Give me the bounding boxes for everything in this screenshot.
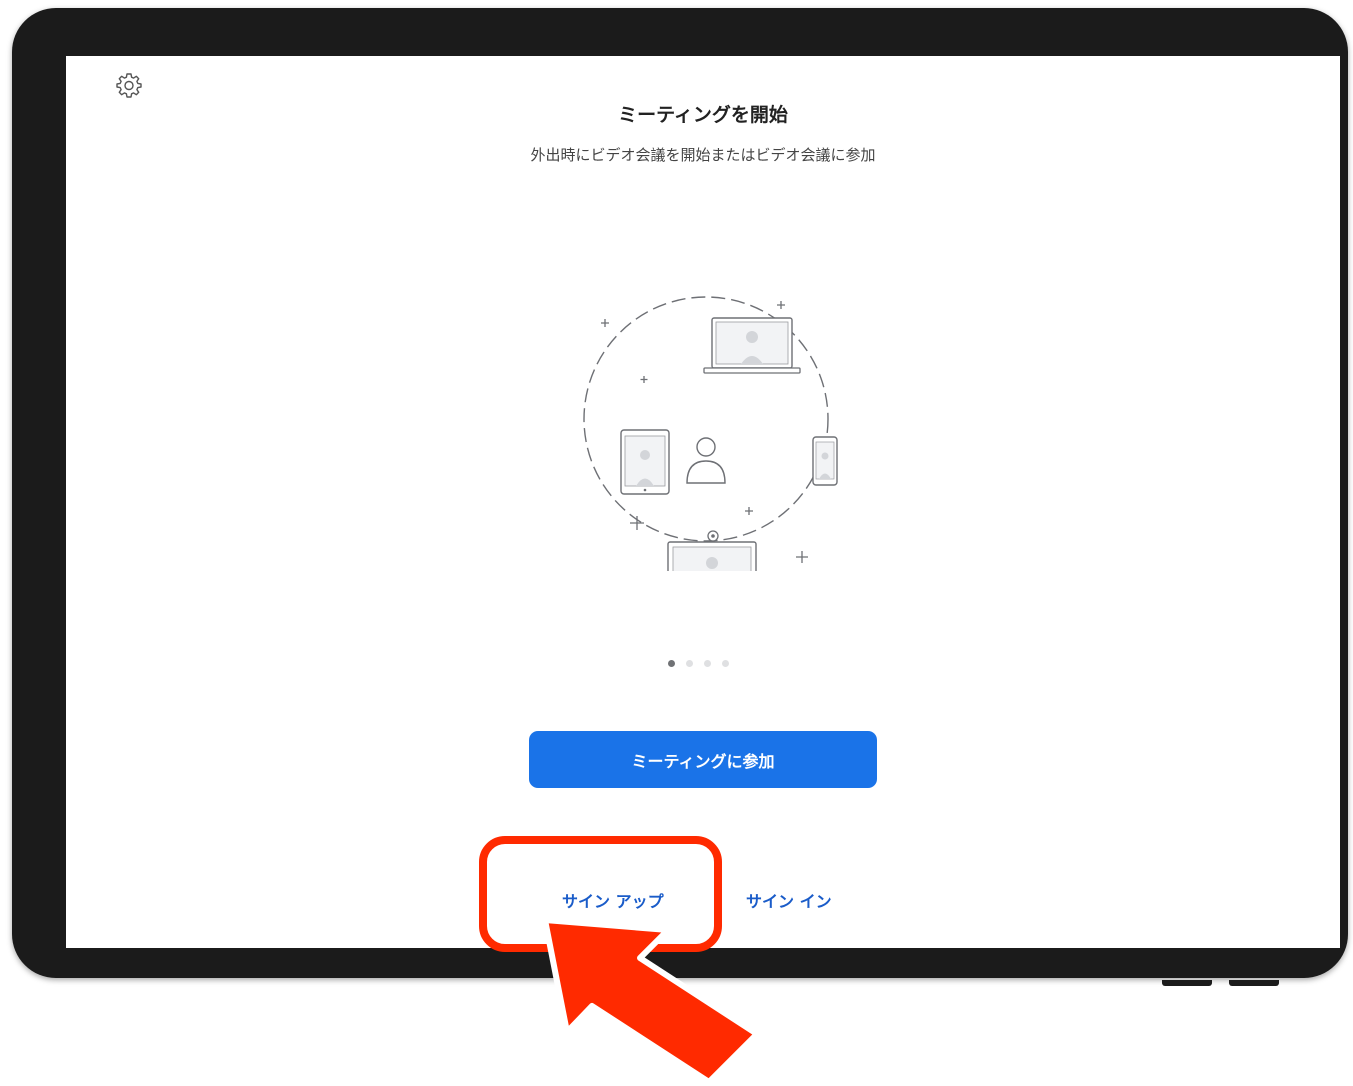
gear-icon	[116, 73, 142, 98]
page-dot[interactable]	[704, 660, 711, 667]
page-subtitle: 外出時にビデオ会議を開始またはビデオ会議に参加	[530, 146, 876, 164]
device-side-button	[1229, 980, 1279, 986]
room-system-icon	[667, 530, 757, 571]
sign-up-link[interactable]: サイン アップ	[562, 888, 664, 912]
page-dot[interactable]	[668, 660, 675, 667]
page-dot[interactable]	[722, 660, 729, 667]
page-indicator[interactable]	[668, 660, 729, 667]
tablet-frame: ミーティングを開始 外出時にビデオ会議を開始またはビデオ会議に参加 ミーティング…	[12, 8, 1348, 978]
app-screen: ミーティングを開始 外出時にビデオ会議を開始またはビデオ会議に参加 ミーティング…	[66, 56, 1340, 948]
tablet-icon	[620, 429, 670, 495]
device-side-button	[1162, 980, 1212, 986]
laptop-icon	[703, 317, 801, 374]
meeting-devices-illustration	[583, 296, 838, 571]
settings-button[interactable]	[114, 70, 144, 100]
sign-in-link[interactable]: サイン イン	[746, 888, 832, 912]
join-meeting-button[interactable]: ミーティングに参加	[529, 731, 877, 788]
join-meeting-label: ミーティングに参加	[631, 751, 775, 771]
center-person-icon	[686, 437, 726, 484]
page-title: ミーティングを開始	[618, 104, 788, 126]
phone-on-ring-icon	[812, 436, 838, 486]
page-dot[interactable]	[686, 660, 693, 667]
stage: ミーティングを開始 外出時にビデオ会議を開始またはビデオ会議に参加 ミーティング…	[0, 0, 1353, 1086]
